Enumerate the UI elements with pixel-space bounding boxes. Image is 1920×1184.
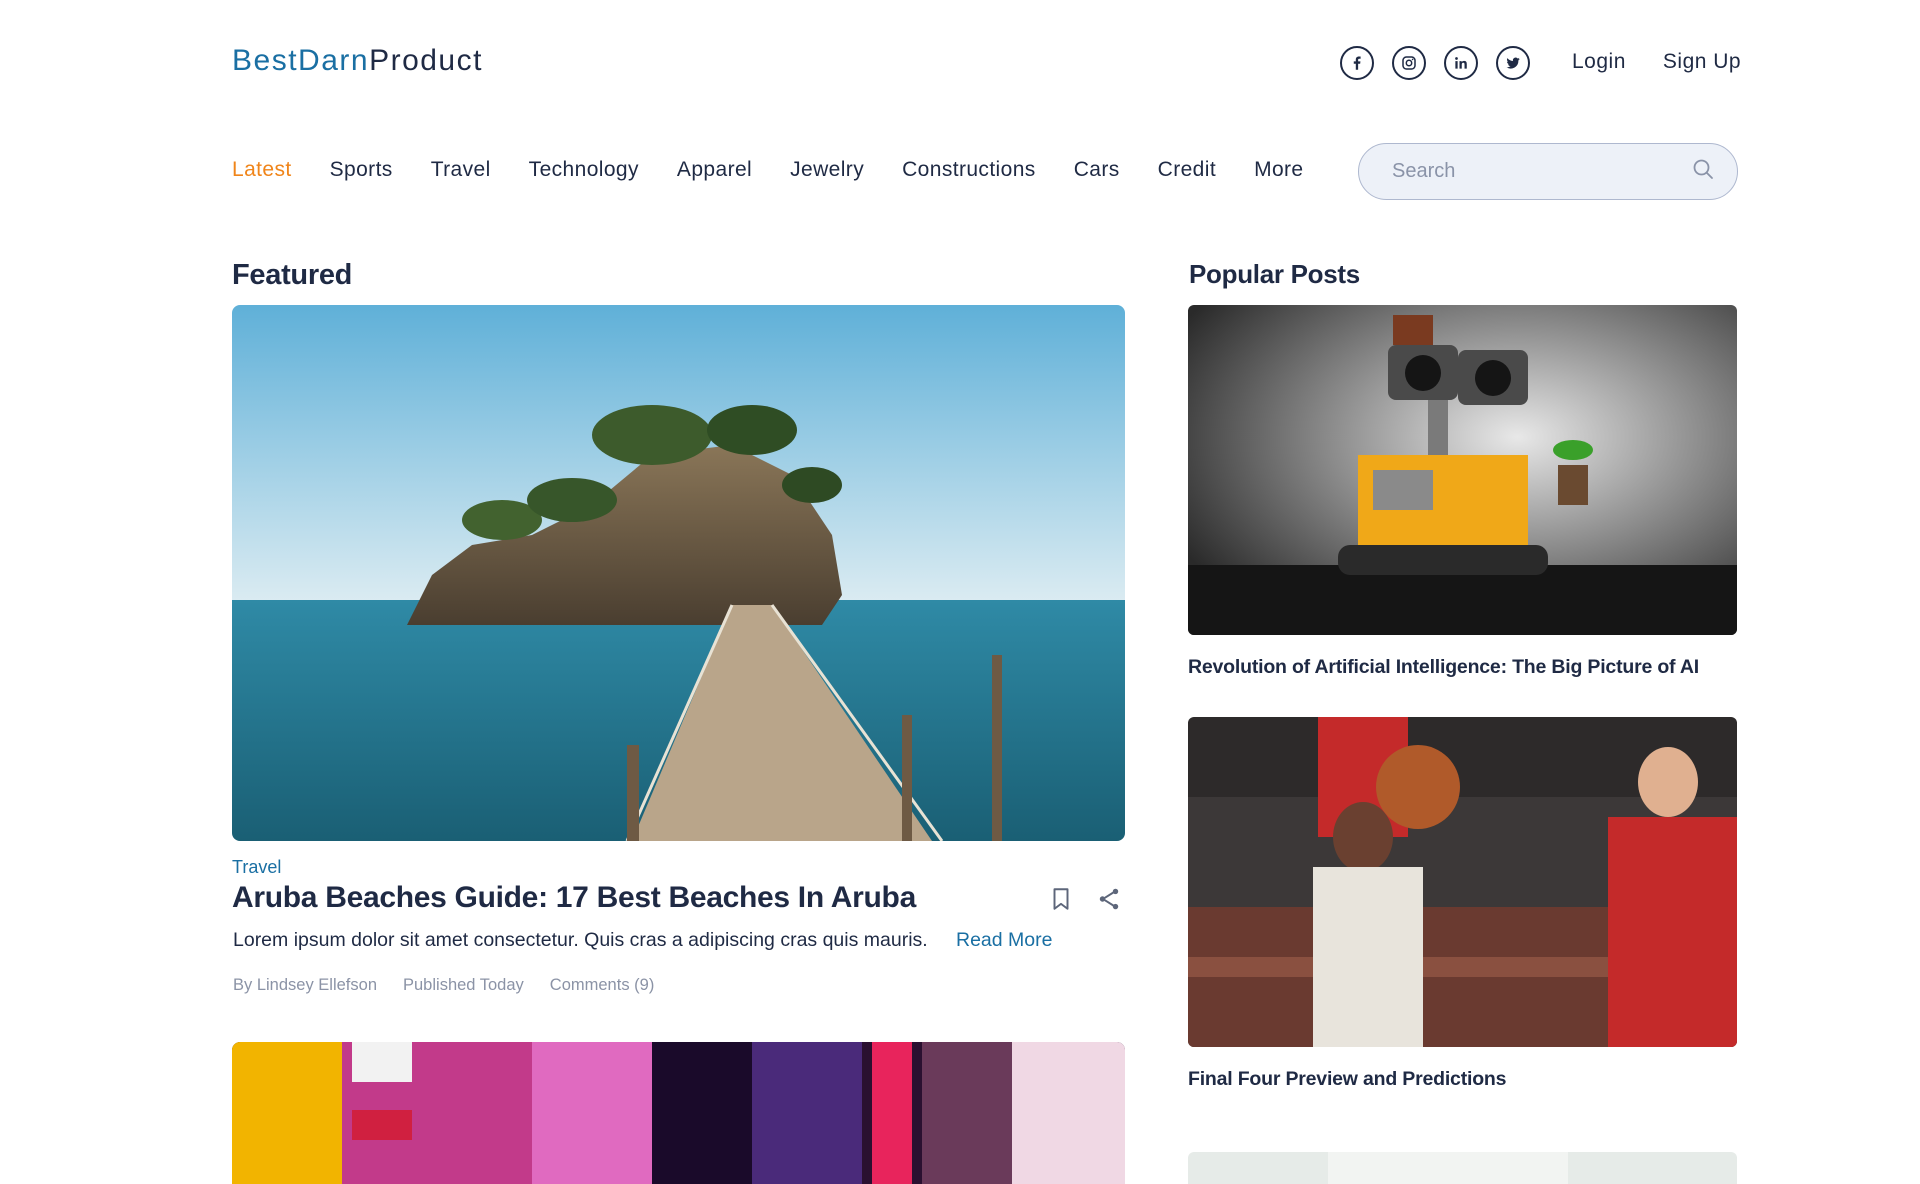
instagram-icon[interactable] (1392, 46, 1426, 80)
popular-post-image-2[interactable] (1188, 717, 1737, 1047)
featured-section-title: Featured (232, 259, 353, 291)
share-icon[interactable] (1096, 886, 1122, 912)
featured-description: Lorem ipsum dolor sit amet consectetur. … (233, 929, 928, 951)
nav-item-technology[interactable]: Technology (529, 158, 639, 182)
featured-actions (1048, 886, 1122, 912)
popular-section-title: Popular Posts (1189, 259, 1360, 289)
popular-post-image-1[interactable] (1188, 305, 1737, 635)
popular-post-image-3[interactable] (1188, 1152, 1737, 1184)
social-links (1340, 46, 1530, 80)
popular-post-title-1[interactable]: Revolution of Artificial Intelligence: T… (1188, 656, 1699, 679)
post-author[interactable]: By Lindsey Ellefson (233, 976, 377, 995)
nav-item-more[interactable]: More (1254, 158, 1303, 182)
page: BestDarnProduct Login Sign Up Latest Spo… (0, 0, 1920, 1184)
featured-category[interactable]: Travel (232, 857, 281, 878)
featured-post-title[interactable]: Aruba Beaches Guide: 17 Best Beaches In … (232, 881, 916, 915)
logo-part-product: Product (369, 44, 483, 77)
nav-item-credit[interactable]: Credit (1158, 158, 1216, 182)
linkedin-icon[interactable] (1444, 46, 1478, 80)
nav-item-apparel[interactable]: Apparel (677, 158, 752, 182)
read-more-link[interactable]: Read More (956, 929, 1052, 952)
nav-item-jewelry[interactable]: Jewelry (790, 158, 864, 182)
search-input[interactable] (1392, 160, 1691, 183)
site-logo[interactable]: BestDarnProduct (232, 44, 483, 78)
login-link[interactable]: Login (1572, 50, 1626, 74)
featured-post-image[interactable] (232, 305, 1125, 841)
nav-item-constructions[interactable]: Constructions (902, 158, 1036, 182)
bookmark-icon[interactable] (1048, 886, 1074, 912)
nav-item-sports[interactable]: Sports (330, 158, 393, 182)
search-icon[interactable] (1691, 157, 1715, 186)
auth-links: Login Sign Up (1572, 50, 1741, 74)
post-published: Published Today (403, 976, 524, 994)
featured-meta: By Lindsey Ellefson Published Today Comm… (233, 976, 654, 995)
twitter-icon[interactable] (1496, 46, 1530, 80)
second-post-image[interactable] (232, 1042, 1125, 1184)
post-comments[interactable]: Comments (9) (550, 976, 655, 995)
category-nav: Latest Sports Travel Technology Apparel … (232, 158, 1304, 182)
logo-part-best-darn: BestDarn (232, 44, 370, 77)
signup-link[interactable]: Sign Up (1663, 50, 1741, 74)
nav-item-latest[interactable]: Latest (232, 158, 292, 182)
facebook-icon[interactable] (1340, 46, 1374, 80)
popular-post-title-2[interactable]: Final Four Preview and Predictions (1188, 1068, 1506, 1091)
nav-item-travel[interactable]: Travel (431, 158, 491, 182)
search-box (1358, 143, 1738, 200)
nav-item-cars[interactable]: Cars (1074, 158, 1120, 182)
